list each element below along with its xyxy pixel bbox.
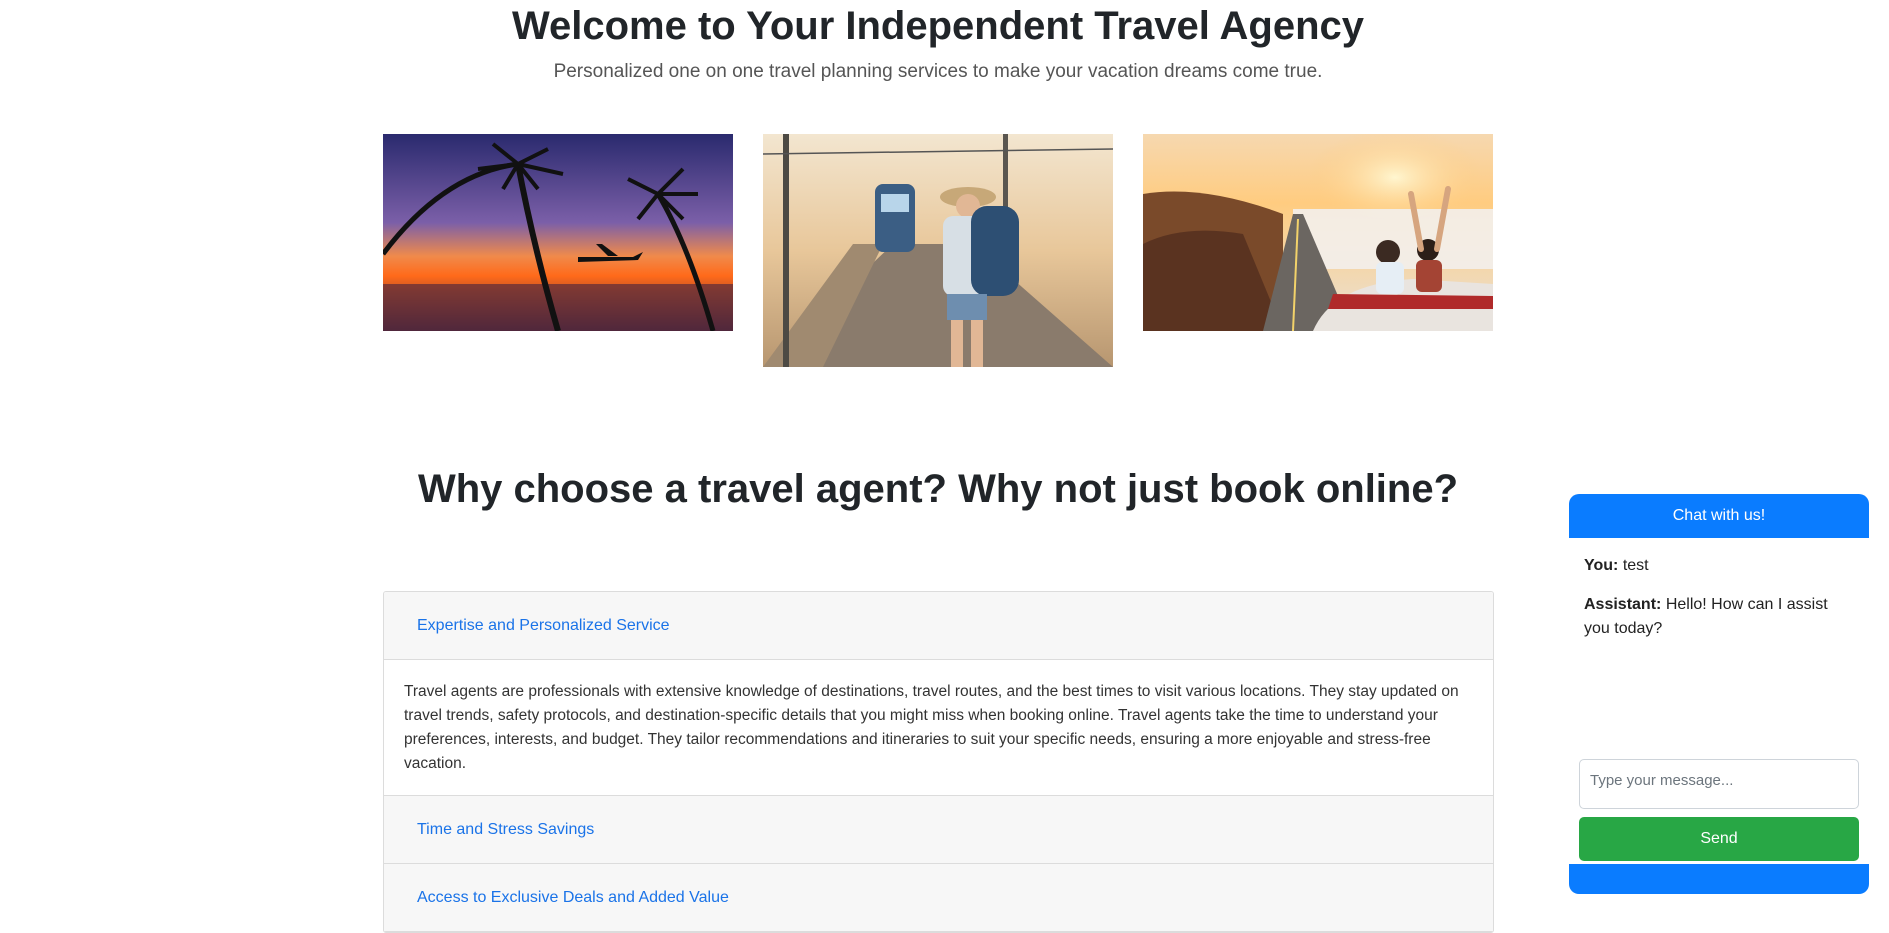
accordion-header-label[interactable]: Access to Exclusive Deals and Added Valu… [417, 889, 729, 907]
chat-body: You: test Assistant: Hello! How can I as… [1569, 538, 1869, 864]
accordion-header-time-savings[interactable]: Time and Stress Savings [384, 796, 1493, 864]
accordion-header-exclusive-deals[interactable]: Access to Exclusive Deals and Added Valu… [384, 864, 1493, 932]
page-subtitle: Personalized one on one travel planning … [553, 61, 1323, 82]
chat-message: You: test [1584, 554, 1856, 578]
accordion-header-label[interactable]: Time and Stress Savings [417, 821, 594, 839]
accordion-header-expertise[interactable]: Expertise and Personalized Service [384, 592, 1493, 660]
message-text: test [1622, 557, 1649, 574]
chat-header: Chat with us! [1672, 507, 1766, 524]
backpacker-train-platform-photo [763, 134, 1113, 367]
page-title: Welcome to Your Independent Travel Agenc… [511, 4, 1365, 48]
faq-accordion: Expertise and Personalized Service Trave… [383, 591, 1494, 933]
message-sender: Assistant: [1584, 596, 1662, 613]
accordion-header-label[interactable]: Expertise and Personalized Service [417, 617, 670, 635]
message-sender: You: [1584, 557, 1619, 574]
chat-message-input[interactable] [1579, 759, 1859, 809]
accordion-body-expertise: Travel agents are professionals with ext… [384, 660, 1493, 796]
send-button[interactable]: Send [1579, 817, 1859, 861]
sunset-palms-airplane-photo [383, 134, 733, 331]
chat-message: Assistant: Hello! How can I assist you t… [1584, 593, 1856, 641]
convertible-road-trip-photo [1143, 134, 1493, 331]
